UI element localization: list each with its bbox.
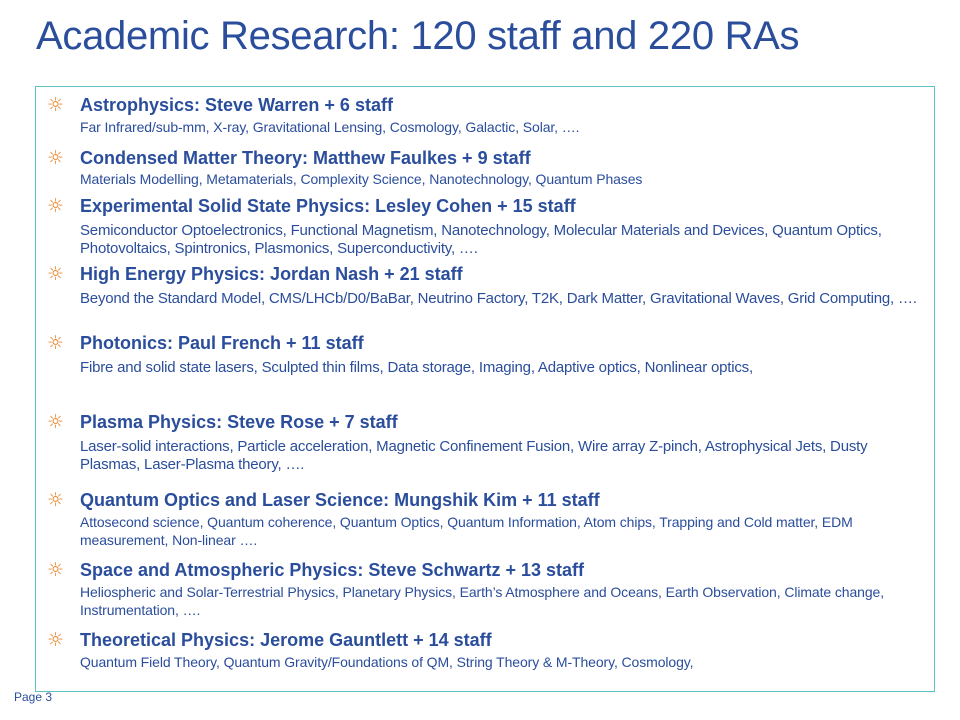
research-groups-panel: ☼ Astrophysics: Steve Warren + 6 staff F… [35,86,935,692]
group-heading: Theoretical Physics: Jerome Gauntlett + … [80,630,492,650]
group-heading: Experimental Solid State Physics: Lesley… [80,196,576,216]
sun-bullet-icon: ☼ [47,629,65,651]
group-topics: Laser-solid interactions, Particle accel… [80,438,868,473]
page-number: Page 3 [14,690,53,704]
group-heading: Astrophysics: Steve Warren + 6 staff [80,95,393,115]
group-heading: Condensed Matter Theory: Matthew Faulkes… [80,148,531,168]
group-heading: High Energy Physics: Jordan Nash + 21 st… [80,264,463,284]
group-topics: Quantum Field Theory, Quantum Gravity/Fo… [80,654,694,670]
sun-bullet-icon: ☼ [47,94,65,116]
group-topics: Fibre and solid state lasers, Sculpted t… [80,359,753,376]
sun-bullet-icon: ☼ [47,332,65,354]
slide-title: Academic Research: 120 staff and 220 RAs [36,14,800,58]
group-topics: Heliospheric and Solar-Terrestrial Physi… [80,584,884,618]
group-topics: Attosecond science, Quantum coherence, Q… [80,514,853,548]
group-topics: Beyond the Standard Model, CMS/LHCb/D0/B… [80,290,917,307]
group-heading: Plasma Physics: Steve Rose + 7 staff [80,412,398,432]
group-heading: Quantum Optics and Laser Science: Mungsh… [80,490,600,510]
group-heading: Space and Atmospheric Physics: Steve Sch… [80,560,585,580]
group-topics: Materials Modelling, Metamaterials, Comp… [80,171,643,187]
sun-bullet-icon: ☼ [47,411,65,433]
sun-bullet-icon: ☼ [47,147,65,169]
group-topics: Semiconductor Optoelectronics, Functiona… [80,222,882,257]
sun-bullet-icon: ☼ [47,489,65,511]
sun-bullet-icon: ☼ [47,559,65,581]
group-topics: Far Infrared/sub-mm, X-ray, Gravitationa… [80,119,580,135]
group-heading: Photonics: Paul French + 11 staff [80,333,364,353]
sun-bullet-icon: ☼ [47,263,65,285]
sun-bullet-icon: ☼ [47,195,65,217]
